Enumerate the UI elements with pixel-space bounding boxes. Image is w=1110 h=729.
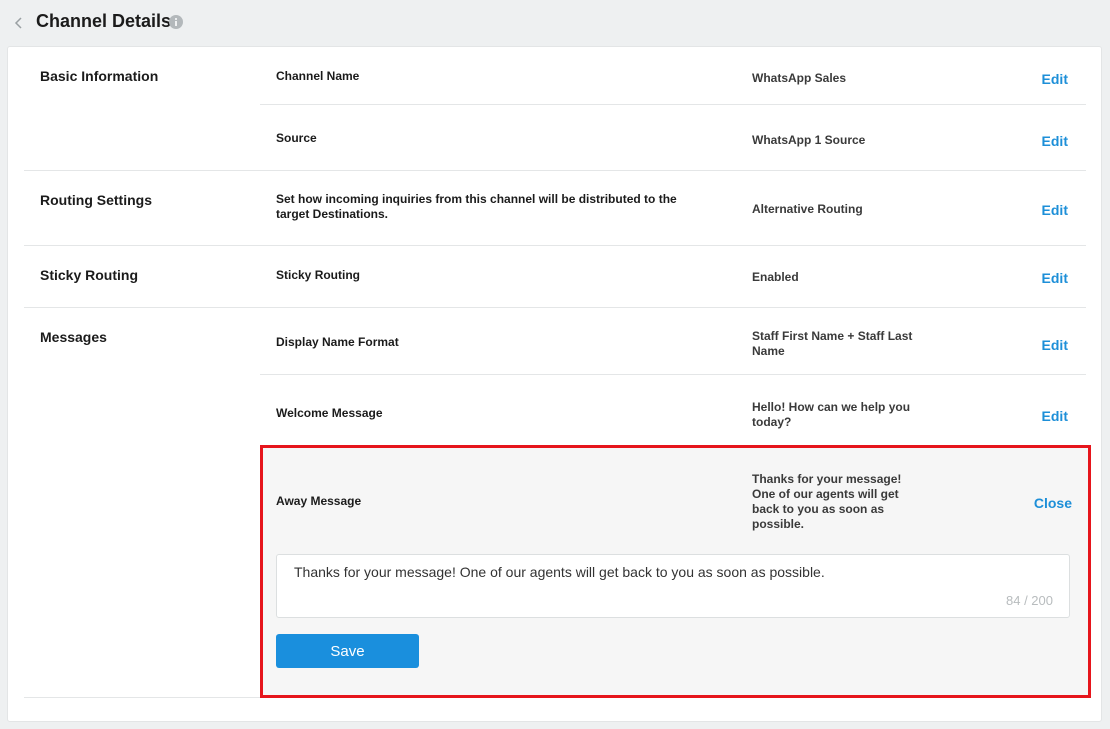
edit-sticky-routing-button[interactable]: Edit <box>1042 270 1068 286</box>
display-name-format-value: Staff First Name + Staff Last Name <box>752 329 913 358</box>
away-message-label: Away Message <box>276 494 362 508</box>
divider <box>24 697 260 698</box>
divider <box>260 104 1086 105</box>
edit-welcome-message-button[interactable]: Edit <box>1042 408 1068 424</box>
channel-name-value: WhatsApp Sales <box>752 71 847 85</box>
display-name-format-label: Display Name Format <box>276 335 399 349</box>
section-sticky-routing: Sticky Routing <box>40 267 139 283</box>
channel-name-label: Channel Name <box>276 69 360 83</box>
channel-details-card: Basic Information Channel Name WhatsApp … <box>7 46 1102 722</box>
away-message-panel: Away Message Thanks for your message! On… <box>260 445 1091 698</box>
away-message-value: Thanks for your message! One of our agen… <box>752 472 902 531</box>
save-button[interactable]: Save <box>276 634 419 668</box>
routing-value: Alternative Routing <box>752 202 863 216</box>
section-messages: Messages <box>40 329 107 345</box>
away-message-input[interactable]: Thanks for your message! One of our agen… <box>276 554 1070 618</box>
away-message-input-text[interactable]: Thanks for your message! One of our agen… <box>294 564 825 580</box>
sticky-routing-label: Sticky Routing <box>276 268 361 282</box>
divider <box>260 374 1086 375</box>
section-routing-settings: Routing Settings <box>40 192 152 208</box>
page-header: Channel Details <box>0 0 1110 46</box>
welcome-message-value: Hello! How can we help you today? <box>752 400 911 429</box>
edit-source-button[interactable]: Edit <box>1042 133 1068 149</box>
close-away-message-button[interactable]: Close <box>1034 495 1072 511</box>
edit-display-name-button[interactable]: Edit <box>1042 337 1068 353</box>
edit-channel-name-button[interactable]: Edit <box>1042 71 1068 87</box>
welcome-message-label: Welcome Message <box>276 406 383 420</box>
divider <box>24 307 1086 308</box>
chevron-left-icon[interactable] <box>12 14 26 32</box>
character-counter: 84 / 200 <box>1006 593 1053 608</box>
edit-routing-button[interactable]: Edit <box>1042 202 1068 218</box>
divider <box>24 170 1086 171</box>
source-value: WhatsApp 1 Source <box>752 133 866 147</box>
sticky-routing-value: Enabled <box>752 270 799 284</box>
source-label: Source <box>276 131 317 145</box>
page-title: Channel Details <box>36 11 172 31</box>
divider <box>24 245 1086 246</box>
section-basic-information: Basic Information <box>40 68 159 84</box>
info-icon[interactable] <box>169 15 183 29</box>
routing-description: Set how incoming inquiries from this cha… <box>276 192 677 221</box>
